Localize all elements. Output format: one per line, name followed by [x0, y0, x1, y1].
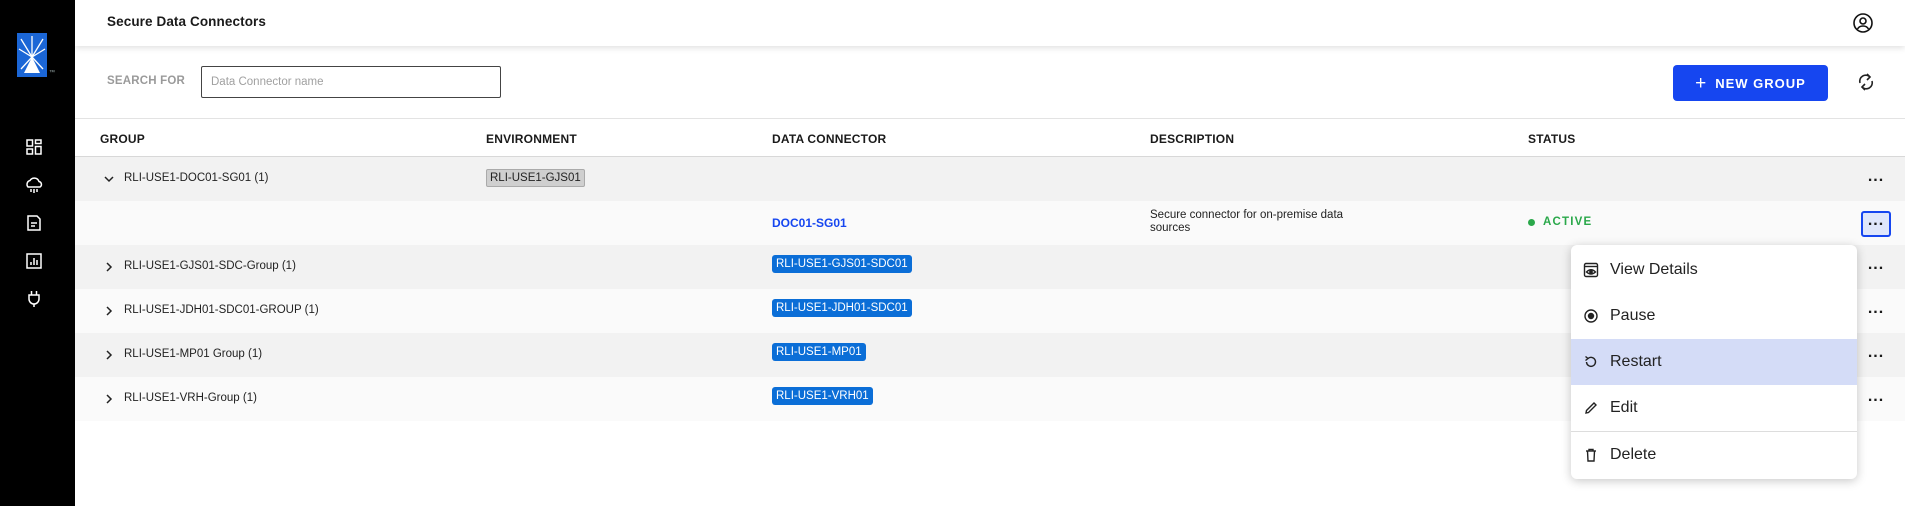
data-connector-tag[interactable]: RLI-USE1-JDH01-SDC01 — [772, 299, 912, 317]
menu-item-pause[interactable]: Pause — [1571, 293, 1857, 339]
menu-item-label: Pause — [1610, 307, 1656, 324]
search-input[interactable] — [201, 66, 501, 98]
refresh-icon[interactable] — [1855, 71, 1877, 93]
chevron-right-icon[interactable] — [102, 348, 116, 362]
column-header-status[interactable]: STATUS — [1528, 132, 1575, 146]
menu-item-label: Edit — [1610, 399, 1638, 416]
cloud-icon[interactable] — [24, 175, 44, 195]
new-group-button[interactable]: + NEW GROUP — [1673, 65, 1828, 101]
more-icon: ... — [1867, 344, 1885, 361]
plus-icon: + — [1695, 72, 1708, 94]
row-actions-button[interactable]: ... — [1861, 255, 1891, 281]
menu-item-delete[interactable]: Delete — [1571, 432, 1857, 478]
eye-icon — [1583, 262, 1599, 278]
app-header: Secure Data Connectors — [75, 0, 1905, 46]
description-text: Secure connector for on-premise data sou… — [1150, 209, 1344, 234]
data-connector-tag[interactable]: RLI-USE1-MP01 — [772, 343, 866, 361]
menu-item-label: View Details — [1610, 261, 1698, 278]
row-actions-button[interactable]: ... — [1861, 343, 1891, 369]
column-header-data-connector[interactable]: DATA CONNECTOR — [772, 132, 886, 146]
data-connector-tag[interactable]: RLI-USE1-VRH01 — [772, 387, 873, 405]
dashboard-icon[interactable] — [24, 137, 44, 157]
logo: ™ — [17, 33, 55, 77]
group-name: RLI-USE1-JDH01-SDC01-GROUP (1) — [124, 304, 319, 316]
menu-item-restart[interactable]: Restart — [1571, 339, 1857, 385]
data-connector-tag[interactable]: RLI-USE1-GJS01-SDC01 — [772, 255, 912, 273]
sidebar: ™ — [0, 0, 75, 506]
table-row[interactable]: RLI-USE1-DOC01-SG01 (1) RLI-USE1-GJS01 .… — [75, 157, 1905, 201]
group-name: RLI-USE1-VRH-Group (1) — [124, 392, 257, 404]
report-icon[interactable] — [24, 251, 44, 271]
menu-item-edit[interactable]: Edit — [1571, 385, 1857, 431]
plug-icon[interactable] — [24, 289, 44, 309]
row-actions-button[interactable]: ... — [1861, 167, 1891, 193]
group-name: RLI-USE1-DOC01-SG01 (1) — [124, 172, 269, 184]
trash-icon — [1583, 447, 1599, 463]
row-context-menu: View Details Pause Restart Edit Delete — [1571, 245, 1857, 479]
more-icon: ... — [1867, 212, 1885, 229]
chevron-right-icon[interactable] — [102, 392, 116, 406]
chevron-right-icon[interactable] — [102, 260, 116, 274]
user-account-icon[interactable] — [1852, 12, 1874, 34]
environment-tag: RLI-USE1-GJS01 — [486, 169, 585, 187]
status-text: ACTIVE — [1543, 216, 1593, 228]
column-header-environment[interactable]: ENVIRONMENT — [486, 132, 577, 146]
trademark-mark: ™ — [49, 70, 55, 76]
more-icon: ... — [1867, 388, 1885, 405]
status-badge: ACTIVE — [1528, 216, 1592, 228]
restart-icon — [1583, 354, 1599, 370]
search-label: SEARCH FOR — [107, 75, 186, 87]
chevron-right-icon[interactable] — [102, 304, 116, 318]
group-name: RLI-USE1-GJS01-SDC-Group (1) — [124, 260, 296, 272]
status-dot-icon — [1528, 218, 1535, 226]
pause-icon — [1583, 308, 1599, 324]
menu-item-label: Restart — [1610, 353, 1662, 370]
data-connector-link[interactable]: DOC01-SG01 — [772, 216, 847, 230]
more-icon: ... — [1867, 168, 1885, 185]
group-name: RLI-USE1-MP01 Group (1) — [124, 348, 263, 360]
column-header-description[interactable]: DESCRIPTION — [1150, 132, 1234, 146]
menu-item-label: Delete — [1610, 446, 1657, 463]
row-actions-button[interactable]: ... — [1861, 211, 1891, 237]
document-icon[interactable] — [24, 213, 44, 233]
row-actions-button[interactable]: ... — [1861, 299, 1891, 325]
page-title: Secure Data Connectors — [107, 14, 266, 29]
table-row[interactable]: DOC01-SG01 Secure connector for on-premi… — [75, 201, 1905, 245]
chevron-down-icon[interactable] — [102, 172, 116, 186]
menu-item-view-details[interactable]: View Details — [1571, 247, 1857, 293]
more-icon: ... — [1867, 300, 1885, 317]
column-header-group[interactable]: GROUP — [100, 132, 145, 146]
row-actions-button[interactable]: ... — [1861, 387, 1891, 413]
new-group-label: NEW GROUP — [1715, 75, 1806, 91]
more-icon: ... — [1867, 256, 1885, 273]
pencil-icon — [1583, 400, 1599, 416]
table-header: GROUP ENVIRONMENT DATA CONNECTOR DESCRIP… — [75, 118, 1905, 157]
